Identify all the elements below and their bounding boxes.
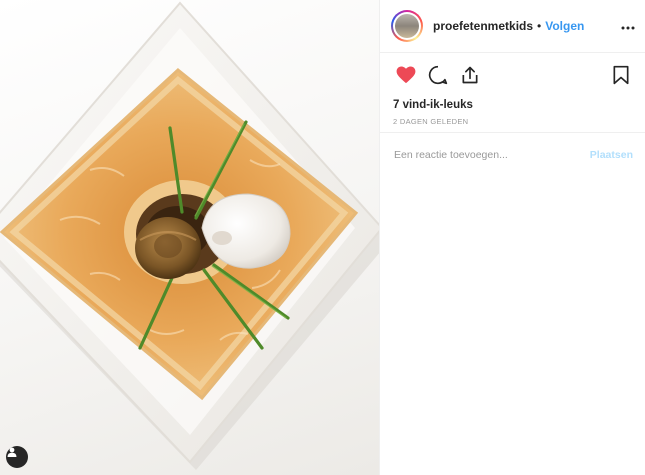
comment-icon bbox=[428, 65, 448, 85]
post-header: proefetenmetkids • Volgen bbox=[380, 0, 645, 53]
food-image bbox=[0, 1, 379, 470]
action-bar bbox=[380, 53, 645, 97]
post-photo[interactable] bbox=[0, 0, 379, 475]
comment-input[interactable] bbox=[394, 148, 590, 161]
follow-button[interactable]: Volgen bbox=[545, 19, 584, 33]
avatar[interactable] bbox=[391, 10, 423, 42]
post-comment-button[interactable]: Plaatsen bbox=[590, 149, 633, 161]
bookmark-icon bbox=[613, 65, 629, 85]
likes-count[interactable]: 7 vind-ik-leuks bbox=[380, 97, 645, 113]
post-timestamp[interactable]: 2 DAGEN GELEDEN bbox=[380, 117, 645, 126]
user-silhouette-icon bbox=[7, 447, 17, 457]
save-button[interactable] bbox=[607, 61, 635, 89]
comment-form: Plaatsen bbox=[380, 132, 645, 176]
share-icon bbox=[462, 66, 478, 84]
more-options-icon[interactable] bbox=[621, 18, 635, 34]
comment-button[interactable] bbox=[424, 61, 452, 89]
separator-dot: • bbox=[537, 19, 542, 33]
share-button[interactable] bbox=[456, 61, 484, 89]
username-link[interactable]: proefetenmetkids bbox=[433, 19, 533, 33]
heart-filled-icon bbox=[396, 66, 416, 84]
user-line: proefetenmetkids • Volgen bbox=[433, 19, 584, 33]
post-side-panel: proefetenmetkids • Volgen 7 vind-ik-leuk… bbox=[379, 0, 645, 475]
like-button[interactable] bbox=[392, 61, 420, 89]
user-tag-button[interactable] bbox=[6, 446, 28, 468]
